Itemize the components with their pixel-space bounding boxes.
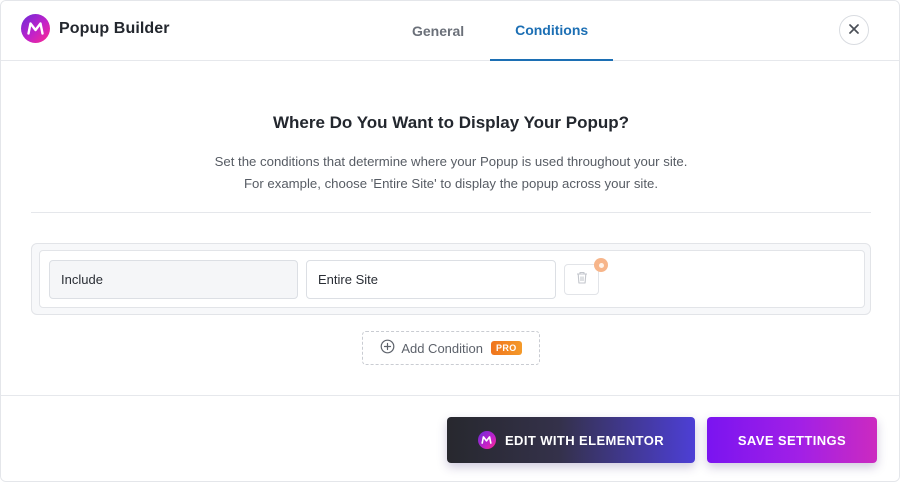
divider bbox=[31, 212, 871, 213]
close-button[interactable] bbox=[839, 15, 869, 45]
m-logo-icon bbox=[21, 14, 50, 43]
brand: Popup Builder bbox=[21, 14, 170, 43]
condition-type-select[interactable]: Include bbox=[49, 260, 298, 299]
add-condition-label: Add Condition bbox=[401, 340, 483, 356]
delete-condition-button[interactable] bbox=[564, 264, 599, 295]
description-line-1: Set the conditions that determine where … bbox=[214, 154, 688, 169]
section-description: Set the conditions that determine where … bbox=[1, 151, 899, 195]
trash-icon bbox=[576, 271, 588, 289]
popup-builder-modal: Popup Builder General Conditions Where D… bbox=[0, 0, 900, 482]
modal-header: Popup Builder General Conditions bbox=[1, 1, 899, 61]
plus-circle-icon bbox=[380, 339, 395, 357]
app-title: Popup Builder bbox=[59, 19, 170, 37]
conditions-container: Include Entire Site bbox=[31, 243, 871, 315]
add-condition-button[interactable]: Add Condition PRO bbox=[362, 331, 540, 365]
description-line-2: For example, choose 'Entire Site' to dis… bbox=[243, 176, 659, 191]
save-settings-label: SAVE SETTINGS bbox=[737, 432, 847, 448]
close-icon bbox=[849, 21, 859, 39]
condition-target-select[interactable]: Entire Site bbox=[306, 260, 556, 299]
m-logo-icon bbox=[477, 431, 496, 449]
tab-general[interactable]: General bbox=[386, 1, 490, 61]
tab-bar: General Conditions bbox=[386, 1, 614, 61]
pro-badge: PRO bbox=[490, 341, 522, 355]
edit-with-elementor-label: EDIT WITH ELEMENTOR bbox=[504, 432, 665, 448]
modal-footer: EDIT WITH ELEMENTOR SAVE SETTINGS bbox=[1, 395, 899, 481]
save-settings-button[interactable]: SAVE SETTINGS bbox=[707, 417, 877, 463]
section-heading: Where Do You Want to Display Your Popup? bbox=[272, 113, 630, 132]
pro-indicator-dot bbox=[594, 258, 608, 272]
edit-with-elementor-button[interactable]: EDIT WITH ELEMENTOR bbox=[447, 417, 695, 463]
tab-conditions[interactable]: Conditions bbox=[490, 1, 614, 61]
condition-row: Include Entire Site bbox=[39, 250, 865, 308]
